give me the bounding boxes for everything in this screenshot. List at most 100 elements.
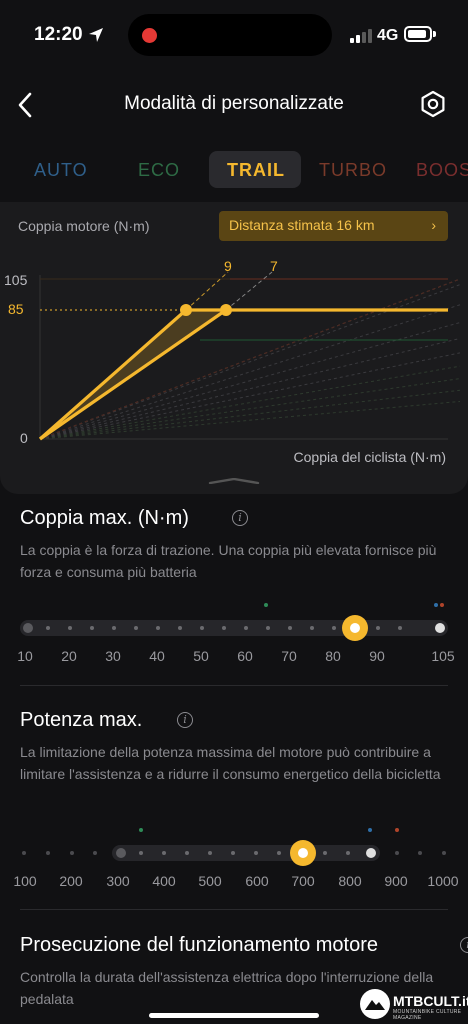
slider-track	[20, 620, 448, 636]
slider-step-dot	[310, 626, 314, 630]
slider-step-dot	[323, 851, 327, 855]
curve-point-7	[220, 304, 232, 316]
tick-label: 700	[291, 873, 315, 889]
slider-track	[112, 845, 380, 861]
y-tick-label-85: 85	[8, 301, 24, 317]
slider-step-dot	[222, 626, 226, 630]
tick-label: 105	[431, 648, 455, 664]
auto-marker-dot	[434, 603, 438, 607]
annotation-9: 9	[224, 258, 232, 274]
slider-step-dot	[244, 626, 248, 630]
location-arrow-icon	[89, 28, 103, 42]
assist-ratio-line	[39, 304, 461, 440]
curve-9-extension	[185, 271, 229, 311]
settings-hexagon-icon[interactable]	[418, 89, 448, 119]
slider-step-dot	[288, 626, 292, 630]
tick-label: 400	[152, 873, 176, 889]
slider-step-dot	[200, 626, 204, 630]
x-axis-label: Coppia del ciclista (N·m)	[294, 449, 446, 465]
slider-step-dot	[139, 851, 143, 855]
slider-step-dot	[208, 851, 212, 855]
auto-marker-dot	[368, 828, 372, 832]
series-line-7	[39, 308, 227, 441]
series-line-9	[38, 308, 448, 441]
assist-curve-chart[interactable]: 105 85 0 9 7 Coppia del ciclista (N·m)	[0, 250, 468, 480]
max-power-slider[interactable]	[0, 822, 468, 866]
tick-label: 40	[149, 648, 165, 664]
slider-step-dot	[46, 851, 50, 855]
max-power-tick-labels: 100 200 300 400 500 600 700 800 900 1000	[0, 873, 468, 893]
tab-boost[interactable]: BOOS	[416, 160, 468, 181]
mtbcult-watermark: MTBCULT.it MOUNTAINBIKE CULTURE MAGAZINE	[360, 989, 468, 1021]
max-torque-slider[interactable]	[0, 598, 468, 642]
page-title: Modalità di personalizzate	[124, 93, 344, 114]
slider-step-dot	[112, 626, 116, 630]
slider-max-dot	[435, 623, 445, 633]
network-type: 4G	[377, 27, 399, 44]
battery-tip	[433, 31, 436, 37]
dynamic-island	[128, 14, 332, 56]
panel-drag-handle-icon[interactable]	[206, 478, 262, 484]
y-tick-label-0: 0	[20, 430, 28, 446]
turbo-marker-dot	[395, 828, 399, 832]
slider-step-dot	[68, 626, 72, 630]
slider-step-dot	[254, 851, 258, 855]
watermark-brand: MTBCULT.it	[393, 993, 468, 1009]
slider-step-dot	[376, 626, 380, 630]
curve-7-extension	[225, 271, 273, 311]
slider-step-dot	[22, 851, 26, 855]
slider-max-dot	[366, 848, 376, 858]
info-icon[interactable]: i	[177, 712, 193, 728]
slider-min-dot	[23, 623, 33, 633]
tick-label: 10	[17, 648, 33, 664]
info-icon[interactable]: i	[460, 937, 468, 953]
slider-thumb-core	[298, 848, 308, 858]
slider-step-dot	[442, 851, 446, 855]
assist-ratio-line	[39, 365, 461, 440]
curve-point-9	[180, 304, 192, 316]
slider-step-dot	[277, 851, 281, 855]
assist-ratio-line	[39, 284, 461, 440]
tick-label: 30	[105, 648, 121, 664]
slider-thumb-core	[350, 623, 360, 633]
tab-auto[interactable]: AUTO	[34, 160, 88, 181]
divider	[20, 685, 448, 686]
max-power-description: La limitazione della potenza massima del…	[20, 744, 441, 782]
estimated-distance-label: Distanza stimata 16 km	[229, 217, 375, 233]
slider-step-dot	[178, 626, 182, 630]
eco-marker-dot	[264, 603, 268, 607]
tick-label: 50	[193, 648, 209, 664]
cellular-signal-icon	[350, 28, 374, 43]
tab-trail[interactable]: TRAIL	[227, 160, 285, 181]
home-indicator[interactable]	[149, 1013, 319, 1018]
eco-marker-dot	[139, 828, 143, 832]
info-icon[interactable]: i	[232, 510, 248, 526]
tick-label: 1000	[427, 873, 459, 889]
slider-step-dot	[162, 851, 166, 855]
tab-turbo[interactable]: TURBO	[319, 160, 387, 181]
tick-label: 600	[245, 873, 269, 889]
max-torque-description: La coppia è la forza di trazione. Una co…	[20, 542, 437, 580]
divider	[20, 909, 448, 910]
assist-fan-lines	[39, 278, 461, 440]
tick-label: 90	[369, 648, 385, 664]
y-tick-label-105: 105	[4, 272, 28, 288]
tick-label: 300	[106, 873, 130, 889]
recording-indicator-icon	[142, 28, 157, 43]
slider-step-dot	[346, 851, 350, 855]
status-time: 12:20	[34, 24, 83, 45]
tick-label: 70	[281, 648, 297, 664]
annotation-7: 7	[270, 258, 278, 274]
tick-label: 100	[13, 873, 37, 889]
slider-step-dot	[46, 626, 50, 630]
max-torque-tick-labels: 10 20 30 40 50 60 70 80 90 105	[0, 648, 468, 668]
tick-label: 200	[59, 873, 83, 889]
estimated-distance-button[interactable]: Distanza stimata 16 km ›	[219, 211, 448, 241]
tick-label: 60	[237, 648, 253, 664]
max-torque-title: Coppia max. (N·m)	[20, 507, 189, 529]
slider-step-dot	[398, 626, 402, 630]
slider-step-dot	[156, 626, 160, 630]
slider-step-dot	[266, 626, 270, 630]
slider-step-dot	[395, 851, 399, 855]
tab-eco[interactable]: ECO	[138, 160, 180, 181]
